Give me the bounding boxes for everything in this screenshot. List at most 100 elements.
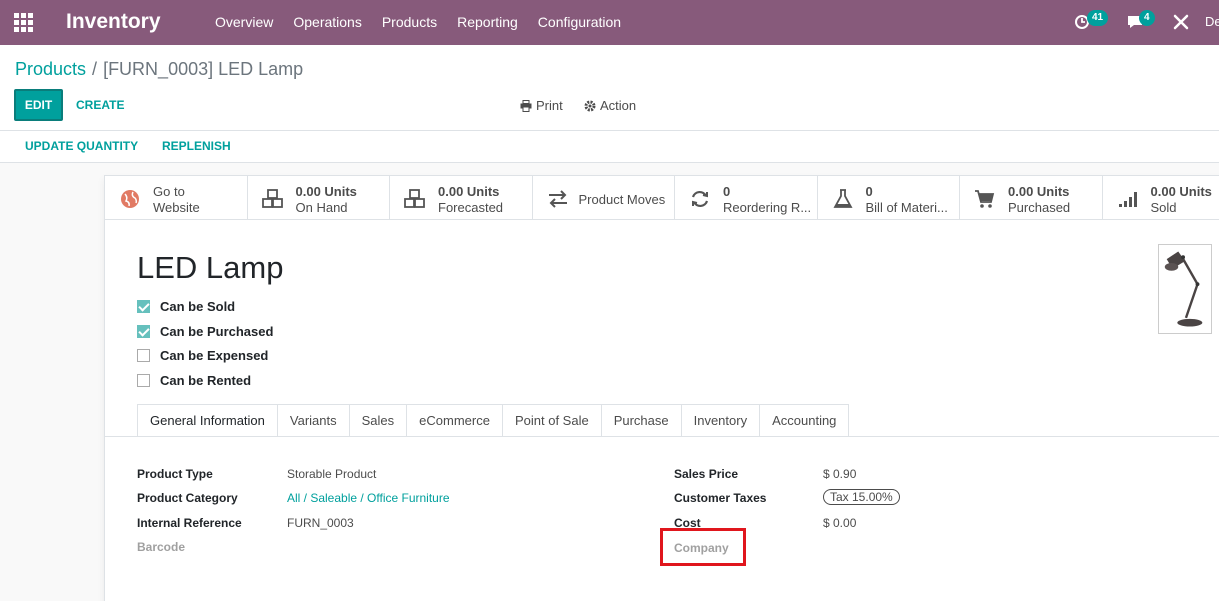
menu-overview[interactable]: Overview (205, 0, 283, 45)
barcode-field[interactable] (287, 540, 537, 556)
smart-button-reordering[interactable]: 0 Reordering R... (675, 176, 818, 220)
tab-accounting[interactable]: Accounting (760, 404, 850, 437)
smart-purchased-value: 0.00 Units (1008, 184, 1070, 199)
can-be-rented-checkbox[interactable] (137, 374, 150, 387)
smart-button-purchased[interactable]: 0.00 Units Purchased (960, 176, 1103, 220)
option-can-be-expensed[interactable]: Can be Expensed (137, 348, 268, 363)
option-can-be-sold[interactable]: Can be Sold (137, 299, 235, 314)
print-icon (520, 99, 532, 112)
notebook-tabs: General Information Variants Sales eComm… (137, 404, 850, 437)
tab-point-of-sale[interactable]: Point of Sale (502, 404, 602, 437)
edit-button[interactable]: EDIT (14, 89, 63, 121)
smart-forecasted-label: Forecasted (438, 200, 504, 215)
menu-reporting[interactable]: Reporting (447, 0, 528, 45)
tab-purchase[interactable]: Purchase (601, 404, 682, 437)
tab-variants[interactable]: Variants (277, 404, 350, 437)
internal-reference-value[interactable]: FURN_0003 (287, 516, 354, 530)
smart-product-moves-label: Product Moves (578, 192, 666, 207)
form-sheet: Go to Website 0.00 Units On Hand 0.00 Un… (104, 175, 1219, 601)
refresh-icon (691, 190, 709, 208)
action-button[interactable]: Action (584, 98, 636, 113)
breadcrumb: Products / [FURN_0003] LED Lamp (15, 59, 303, 80)
cubes-icon (261, 189, 283, 208)
company-field[interactable] (823, 541, 1073, 557)
internal-reference-label: Internal Reference (137, 516, 242, 530)
tax-tag[interactable]: Tax 15.00% (823, 489, 900, 505)
smart-button-bom[interactable]: 0 Bill of Materi... (818, 176, 960, 220)
product-category-label: Product Category (137, 491, 238, 505)
main-menu: Overview Operations Products Reporting C… (205, 0, 631, 45)
action-label: Action (600, 98, 637, 113)
option-can-be-rented[interactable]: Can be Rented (137, 373, 251, 388)
product-type-label: Product Type (137, 467, 213, 481)
tab-inventory[interactable]: Inventory (681, 404, 761, 437)
cubes-icon (404, 189, 425, 208)
menu-configuration[interactable]: Configuration (528, 0, 631, 45)
smart-reordering-label: Reordering R... (723, 200, 812, 215)
smart-buttons-row: Go to Website 0.00 Units On Hand 0.00 Un… (105, 176, 1219, 220)
tab-ecommerce[interactable]: eCommerce (407, 404, 503, 437)
can-be-sold-label: Can be Sold (160, 299, 236, 314)
update-quantity-button[interactable]: UPDATE QUANTITY (25, 139, 138, 153)
smart-button-product-moves[interactable]: Product Moves (533, 176, 675, 220)
option-can-be-purchased[interactable]: Can be Purchased (137, 324, 273, 339)
menu-products[interactable]: Products (372, 0, 447, 45)
print-label: Print (536, 98, 563, 113)
activity-count-badge: 41 (1087, 10, 1109, 26)
apps-menu-icon[interactable] (14, 13, 33, 32)
can-be-purchased-checkbox[interactable] (137, 325, 150, 338)
breadcrumb-separator: / (92, 59, 98, 79)
replenish-button[interactable]: REPLENISH (162, 139, 231, 153)
print-button[interactable]: Print (520, 98, 563, 113)
breadcrumb-products-link[interactable]: Products (15, 59, 86, 79)
globe-icon (121, 190, 139, 208)
product-type-value[interactable]: Storable Product (287, 467, 376, 481)
smart-forecasted-value: 0.00 Units (438, 184, 500, 199)
smart-button-on-hand[interactable]: 0.00 Units On Hand (248, 176, 390, 220)
tab-sales[interactable]: Sales (349, 404, 408, 437)
smart-sold-label: Sold (1150, 200, 1177, 215)
sales-price-label: Sales Price (674, 467, 739, 481)
smart-bom-label: Bill of Materi... (865, 200, 948, 215)
cost-value[interactable]: $ 0.00 (823, 516, 856, 530)
menu-operations[interactable]: Operations (283, 0, 371, 45)
smart-website-line2: Website (153, 200, 200, 215)
smart-button-website[interactable]: Go to Website (105, 176, 248, 220)
can-be-expensed-label: Can be Expensed (160, 348, 269, 363)
company-label: Company (674, 541, 729, 555)
breadcrumb-current: [FURN_0003] LED Lamp (103, 59, 304, 79)
tab-general-information[interactable]: General Information (137, 404, 278, 437)
user-menu[interactable]: De (1205, 14, 1219, 29)
customer-taxes-field[interactable]: Tax 15.00% (823, 489, 900, 505)
smart-reordering-value: 0 (723, 184, 731, 199)
smart-bom-value: 0 (865, 184, 873, 199)
smart-button-sold[interactable]: 0.00 Units Sold (1103, 176, 1219, 220)
smart-on-hand-label: On Hand (295, 200, 348, 215)
flask-icon (832, 189, 853, 208)
product-image[interactable] (1158, 244, 1212, 334)
can-be-sold-checkbox[interactable] (137, 300, 150, 313)
status-bar: UPDATE QUANTITY REPLENISH (0, 131, 1219, 163)
top-navbar: Inventory Overview Operations Products R… (0, 0, 1219, 45)
gear-icon (584, 100, 596, 111)
cost-label: Cost (674, 516, 701, 530)
app-title[interactable]: Inventory (66, 10, 161, 34)
messages-count-badge: 4 (1139, 10, 1155, 26)
smart-purchased-label: Purchased (1008, 200, 1071, 215)
customer-taxes-label: Customer Taxes (674, 491, 767, 505)
control-panel: Products / [FURN_0003] LED Lamp EDIT CREAT… (0, 45, 1219, 131)
tools-icon[interactable] (1171, 12, 1191, 32)
exchange-icon (548, 190, 567, 208)
smart-button-forecasted[interactable]: 0.00 Units Forecasted (390, 176, 533, 220)
can-be-expensed-checkbox[interactable] (137, 349, 150, 362)
create-button[interactable]: CREATE (76, 98, 124, 112)
can-be-purchased-label: Can be Purchased (160, 324, 274, 339)
smart-website-line1: Go to (153, 184, 185, 199)
product-category-link[interactable]: All / Saleable / Office Furniture (287, 491, 450, 505)
smart-on-hand-value: 0.00 Units (295, 184, 357, 199)
product-name[interactable]: LED Lamp (137, 250, 283, 286)
sales-price-value[interactable]: $ 0.90 (823, 467, 856, 481)
cart-icon (975, 190, 995, 208)
smart-sold-value: 0.00 Units (1150, 184, 1212, 199)
signal-icon (1118, 192, 1137, 207)
